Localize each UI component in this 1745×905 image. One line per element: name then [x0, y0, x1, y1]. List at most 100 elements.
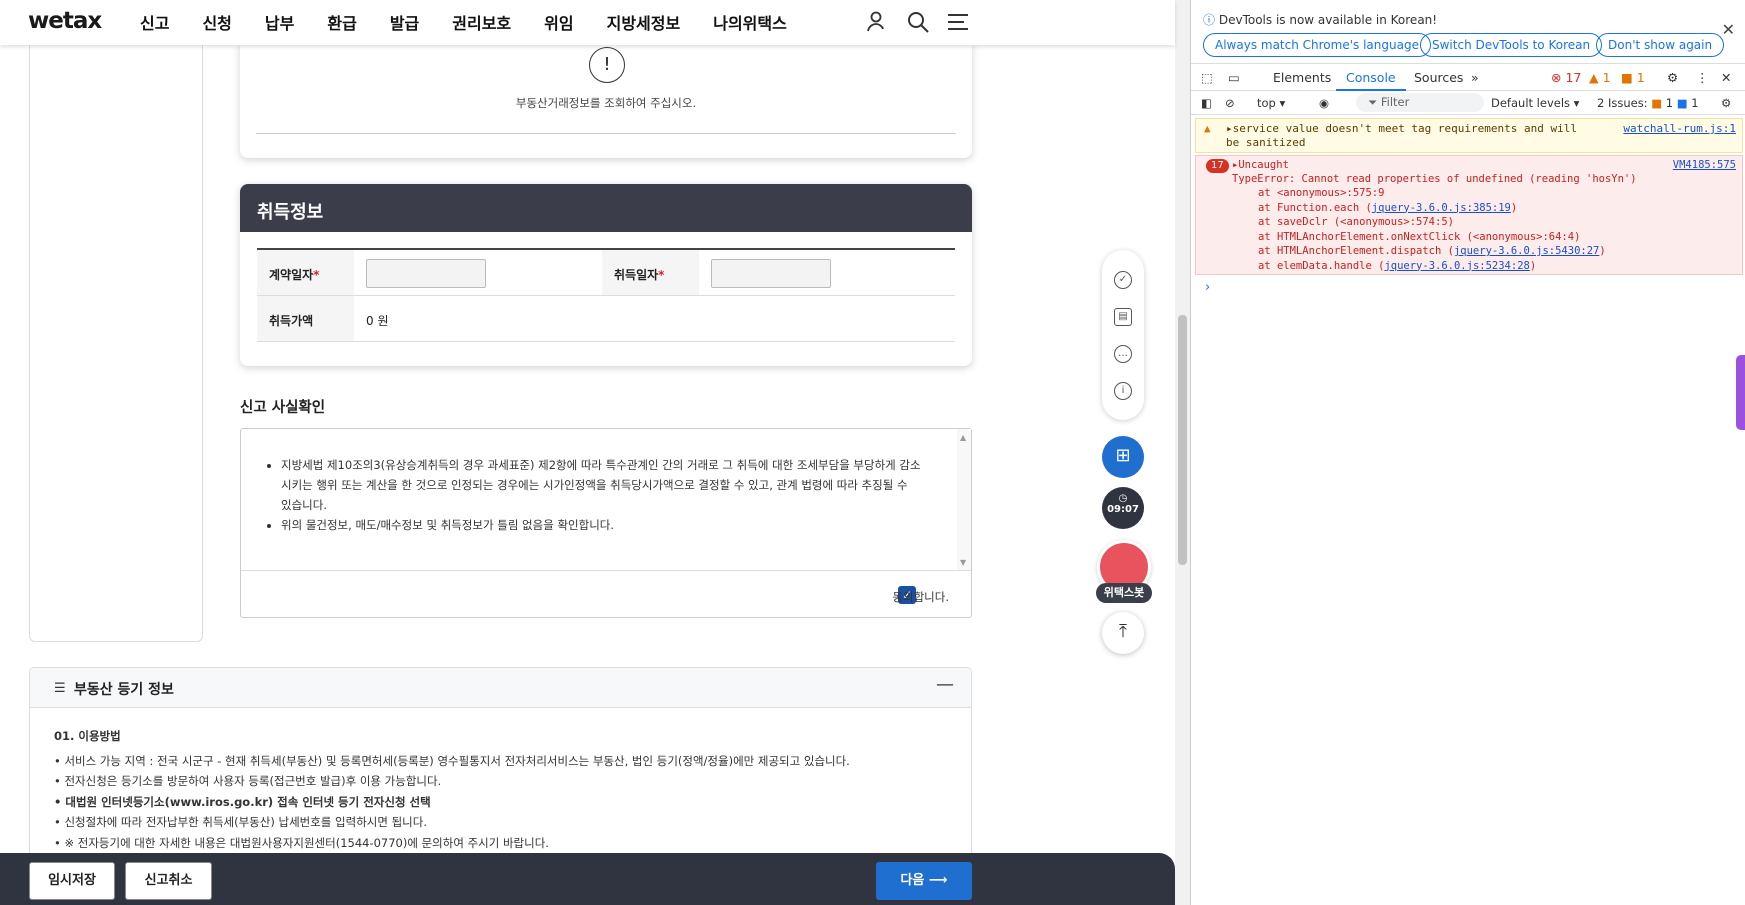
- list-item: 위의 물건정보, 매도/매수정보 및 취득정보가 틀림 없음을 확인합니다.: [281, 515, 921, 535]
- clear-console-icon[interactable]: ⊘: [1225, 96, 1235, 110]
- warning-message[interactable]: ▸service value doesn't meet tag requirem…: [1226, 122, 1596, 150]
- collapse-icon[interactable]: —: [936, 674, 954, 695]
- scroll-top-button[interactable]: ⤒: [1102, 612, 1144, 654]
- settings-icon[interactable]: ⚙: [1667, 70, 1678, 85]
- stack-frame: at Function.each (jquery-3.6.0.js:385:19…: [1258, 201, 1518, 214]
- document-icon[interactable]: ▤: [1114, 308, 1132, 326]
- session-timer[interactable]: ◷ 09:07: [1102, 487, 1144, 529]
- more-options-icon[interactable]: ⋮: [1696, 70, 1709, 85]
- stack-frame: at HTMLAnchorElement.dispatch (jquery-3.…: [1258, 245, 1606, 257]
- console-settings-icon[interactable]: ⚙: [1721, 96, 1731, 110]
- menu-icon[interactable]: [946, 10, 970, 34]
- nav-item-delegate[interactable]: 위임: [544, 10, 573, 34]
- contract-date-label: 계약일자*: [257, 250, 354, 295]
- table-row: 계약일자* 취득일자*: [257, 250, 955, 296]
- side-extension-tab[interactable]: [1736, 355, 1745, 430]
- registry-header[interactable]: ☰ 부동산 등기 정보 —: [30, 668, 971, 708]
- issue-counter[interactable]: ■ 1: [1621, 70, 1645, 85]
- close-icon[interactable]: ✕: [1722, 20, 1735, 39]
- stack-frame: at <anonymous>:575:9: [1258, 187, 1385, 199]
- list-item: • ※ 전자등기에 대한 자세한 내용은 대법원사용자지원센터(1544-077…: [54, 835, 549, 850]
- tab-console[interactable]: Console: [1346, 70, 1396, 85]
- close-devtools-icon[interactable]: ✕: [1721, 70, 1731, 85]
- textarea-scrollbar[interactable]: ▲ ▼: [957, 429, 971, 570]
- tab-elements[interactable]: Elements: [1273, 70, 1331, 85]
- nav-item-refund[interactable]: 환급: [327, 10, 356, 34]
- chat-check-icon[interactable]: ✓: [1114, 271, 1132, 289]
- confirm-text-area[interactable]: 지방세법 제10조의3(유상승계취득의 경우 과세표준) 제2항에 따라 특수관…: [241, 429, 971, 571]
- nav-item-local-tax-info[interactable]: 지방세정보: [607, 10, 681, 34]
- devtools-panel: ⓘ DevTools is now available in Korean! ✕…: [1190, 0, 1745, 905]
- dont-show-again-button[interactable]: Don't show again: [1596, 33, 1725, 57]
- stack-frame: at elemData.handle (jquery-3.6.0.js:5234…: [1258, 259, 1537, 272]
- console-toolbar: ◧ ⊘ top ▾ ◉ ⏷ Filter Default levels ▾ 2 …: [1191, 91, 1745, 115]
- tab-sources[interactable]: Sources: [1414, 70, 1463, 85]
- acquisition-title: 취득정보: [240, 184, 972, 232]
- my-page-icon[interactable]: [866, 10, 890, 34]
- stack-trace: at <anonymous>:575:9 at Function.each (j…: [1258, 186, 1606, 273]
- error-counter[interactable]: ⊗ 17: [1551, 70, 1581, 85]
- exclamation-icon: !: [589, 47, 625, 83]
- levels-select[interactable]: Default levels ▾: [1491, 96, 1579, 110]
- scroll-thumb[interactable]: [1178, 315, 1187, 565]
- notice-card: ! 부동산거래정보를 조회하여 주십시오.: [240, 40, 972, 158]
- scroll-up-icon[interactable]: ▲: [960, 433, 966, 442]
- devtools-tabs: ⬚ ▭ Elements Console Sources » ⊗ 17 ▲ 1 …: [1191, 63, 1745, 91]
- acquire-date-input[interactable]: [711, 259, 831, 288]
- nav-item-issue[interactable]: 발급: [390, 10, 419, 34]
- price-value: 0 원: [366, 314, 389, 328]
- console-prompt[interactable]: ›: [1205, 280, 1210, 295]
- console-warning: ▲ ▸service value doesn't meet tag requir…: [1195, 118, 1743, 153]
- match-language-button[interactable]: Always match Chrome's language: [1203, 33, 1431, 57]
- switch-korean-button[interactable]: Switch DevTools to Korean: [1420, 33, 1603, 57]
- list-icon: ☰: [54, 681, 66, 696]
- more-tabs-icon[interactable]: »: [1471, 70, 1479, 85]
- warning-source-link[interactable]: watchall-rum.js:1: [1623, 122, 1736, 135]
- agree-label[interactable]: 동의합니다.: [892, 589, 949, 605]
- consult-icon[interactable]: …: [1114, 345, 1132, 363]
- sidebar-toggle-icon[interactable]: ◧: [1201, 96, 1212, 110]
- info-icon: ⓘ: [1203, 13, 1216, 27]
- error-source-link[interactable]: VM4185:575: [1673, 158, 1736, 173]
- nav-item-rights[interactable]: 권리보호: [452, 10, 511, 34]
- nav-item-apply[interactable]: 신청: [202, 10, 231, 34]
- context-select[interactable]: top ▾: [1257, 96, 1285, 110]
- confirm-title: 신고 사실확인: [240, 400, 326, 416]
- chatbot-label[interactable]: 위택스봇: [1096, 583, 1152, 603]
- list-item: • 신청절차에 따라 전자납부한 취득세(부동산) 납세번호를 입력하시면 됩니…: [54, 815, 427, 829]
- devtools-language-notice: ⓘ DevTools is now available in Korean!: [1203, 13, 1438, 27]
- scroll-down-icon[interactable]: ▼: [960, 558, 966, 567]
- inspect-icon[interactable]: ⬚: [1201, 70, 1213, 85]
- issues-summary[interactable]: 2 Issues: ■ 1 ■ 1: [1597, 96, 1699, 110]
- wetax-logo[interactable]: wetax: [28, 8, 102, 34]
- filter-input[interactable]: ⏷ Filter: [1356, 93, 1484, 112]
- confirm-list: 지방세법 제10조의3(유상승계취득의 경우 과세표준) 제2항에 따라 특수관…: [281, 455, 921, 535]
- nav-item-report[interactable]: 신고: [140, 10, 169, 34]
- next-button[interactable]: 다음 ⟶: [876, 862, 972, 900]
- list-item: 지방세법 제10조의3(유상승계취득의 경우 과세표준) 제2항에 따라 특수관…: [281, 455, 921, 515]
- table-row: 취득가액 0 원: [257, 296, 955, 342]
- temp-save-button[interactable]: 임시저장: [29, 862, 115, 900]
- warning-counter[interactable]: ▲ 1: [1589, 70, 1611, 85]
- search-icon[interactable]: [906, 10, 930, 34]
- wetax-page: wetax 신고 신청 납부 환급 발급 권리보호 위임 지방세정보 나의위택스…: [0, 0, 1190, 905]
- grid-menu-button[interactable]: ⊞: [1102, 436, 1144, 478]
- page-scrollbar[interactable]: [1175, 0, 1190, 905]
- site-header: wetax 신고 신청 납부 환급 발급 권리보호 위임 지방세정보 나의위택스: [0, 0, 1175, 45]
- eye-icon[interactable]: ◉: [1319, 96, 1329, 110]
- error-repeat-badge: 17: [1206, 159, 1229, 173]
- device-toolbar-icon[interactable]: ▭: [1228, 70, 1240, 85]
- info-icon[interactable]: i: [1114, 382, 1132, 400]
- price-label: 취득가액: [257, 296, 354, 341]
- acquisition-card: 취득정보 계약일자* 취득일자* 취득가액 0 원: [240, 184, 972, 366]
- registry-section-heading: 01. 이용방법: [54, 729, 121, 743]
- nav-item-pay[interactable]: 납부: [265, 10, 294, 34]
- stack-frame: at HTMLAnchorElement.onNextClick (<anony…: [1258, 230, 1581, 243]
- error-type: TypeError: Cannot read properties of und…: [1232, 173, 1637, 185]
- registry-panel: ☰ 부동산 등기 정보 — 01. 이용방법 • 서비스 가능 지역 : 전국 …: [29, 667, 972, 867]
- nav-item-my-wetax[interactable]: 나의위택스: [713, 10, 787, 34]
- contract-date-input[interactable]: [366, 259, 486, 288]
- cancel-report-button[interactable]: 신고취소: [125, 862, 212, 900]
- error-header[interactable]: ▸Uncaught: [1232, 158, 1289, 173]
- registry-body: 01. 이용방법 • 서비스 가능 지역 : 전국 시군구 - 현재 취득세(부…: [30, 708, 971, 866]
